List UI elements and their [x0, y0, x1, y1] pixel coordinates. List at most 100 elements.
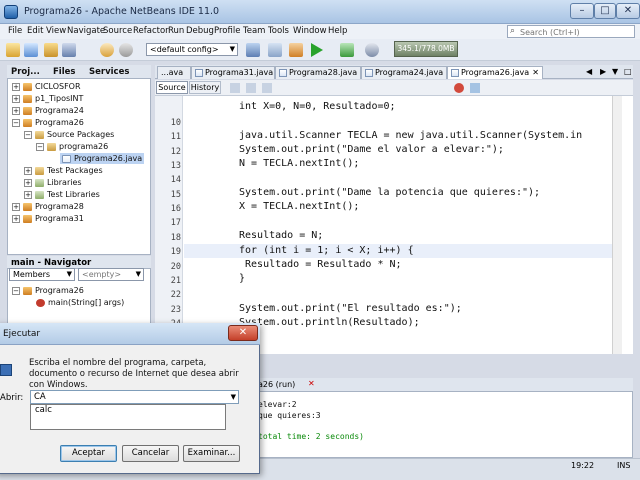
- run-dialog-close-button[interactable]: ✕: [228, 325, 258, 341]
- tree-test-packages[interactable]: + Test Packages: [24, 166, 103, 175]
- cancel-button[interactable]: Cancelar: [122, 445, 179, 462]
- menu-refactor[interactable]: Refactor: [133, 26, 169, 36]
- tree-package-programa26[interactable]: − programa26: [36, 142, 108, 151]
- open-folder-icon[interactable]: [44, 43, 58, 57]
- chevron-down-icon[interactable]: ▼: [231, 391, 236, 403]
- tree-project-programa28[interactable]: + Programa28: [12, 202, 84, 211]
- code-line: Resultado = N;: [239, 230, 324, 241]
- navigator-method[interactable]: main(String[] args): [36, 298, 124, 307]
- tab-projects[interactable]: Proj...: [11, 67, 40, 77]
- menu-source[interactable]: Source: [103, 26, 132, 36]
- run-icon[interactable]: [311, 43, 323, 57]
- code-line: System.out.print("Dame el valor a elevar…: [239, 144, 504, 155]
- expand-icon[interactable]: +: [12, 106, 20, 115]
- tab-list-icon[interactable]: ▼: [612, 67, 618, 76]
- new-project-icon[interactable]: [24, 43, 38, 57]
- menu-team[interactable]: Team: [243, 26, 265, 36]
- expand-icon[interactable]: +: [24, 178, 32, 187]
- memory-gauge[interactable]: 345.1/778.0MB: [394, 41, 458, 57]
- tab-programa26[interactable]: Programa26.java ✕: [447, 66, 543, 79]
- menu-tools[interactable]: Tools: [268, 26, 289, 36]
- line-number: 15: [170, 190, 181, 200]
- tab-programa28[interactable]: Programa28.java: [275, 66, 361, 79]
- expand-icon[interactable]: +: [12, 214, 20, 223]
- menu-view[interactable]: View: [46, 26, 66, 36]
- debug-icon[interactable]: [340, 43, 354, 57]
- editor-scrollbar[interactable]: [612, 96, 622, 354]
- maximize-button[interactable]: □: [594, 3, 616, 19]
- minimize-button[interactable]: –: [570, 3, 594, 19]
- tree-file-programa26-java[interactable]: Programa26.java: [60, 153, 145, 164]
- menu-window[interactable]: Window: [293, 26, 327, 36]
- undo-icon[interactable]: [100, 43, 114, 57]
- tree-project-p1-tiposint[interactable]: + p1_TiposINT: [12, 94, 83, 103]
- tree-project-programa31[interactable]: + Programa31: [12, 214, 84, 223]
- tree-project-programa26[interactable]: − Programa26: [12, 118, 84, 127]
- expand-icon[interactable]: +: [24, 190, 32, 199]
- hammer-icon[interactable]: [289, 43, 303, 57]
- clean-build-icon[interactable]: [268, 43, 282, 57]
- source-button[interactable]: Source: [156, 81, 188, 94]
- chevron-down-icon: ▼: [135, 270, 141, 278]
- forward-icon[interactable]: [262, 83, 272, 93]
- new-file-icon[interactable]: [6, 43, 20, 57]
- collapse-icon[interactable]: −: [12, 118, 20, 127]
- open-input[interactable]: CA ▼: [30, 390, 239, 404]
- menu-debug[interactable]: Debug: [186, 26, 214, 36]
- collapse-icon[interactable]: −: [12, 286, 20, 295]
- line-number: 22: [170, 290, 181, 300]
- history-button[interactable]: History: [189, 81, 221, 94]
- expand-icon[interactable]: +: [24, 166, 32, 175]
- build-icon[interactable]: [246, 43, 260, 57]
- close-button[interactable]: ✕: [616, 3, 640, 19]
- collapse-icon[interactable]: −: [24, 130, 32, 139]
- autocomplete-item[interactable]: calc: [35, 405, 52, 415]
- config-select[interactable]: <default config> ▼: [146, 43, 238, 56]
- library-icon: [35, 190, 44, 199]
- filter-select[interactable]: <empty> ▼: [78, 268, 144, 281]
- tree-project-ciclosfor[interactable]: + CICLOSFOR: [12, 82, 81, 91]
- expand-icon[interactable]: +: [12, 202, 20, 211]
- close-tab-icon[interactable]: ✕: [308, 379, 315, 388]
- menu-navigate[interactable]: Navigate: [67, 26, 105, 36]
- tab-programa31[interactable]: Programa31.java: [191, 66, 275, 79]
- stop-icon[interactable]: [454, 83, 464, 93]
- menu-edit[interactable]: Edit: [27, 26, 43, 36]
- members-select[interactable]: Members ▼: [9, 268, 75, 281]
- browse-button[interactable]: Examinar...: [183, 445, 240, 462]
- expand-icon[interactable]: +: [12, 82, 20, 91]
- expand-icon[interactable]: +: [12, 94, 20, 103]
- save-all-icon[interactable]: [62, 43, 76, 57]
- menu-file[interactable]: File: [8, 26, 22, 36]
- tab-programa24[interactable]: Programa24.java: [361, 66, 447, 79]
- accept-button[interactable]: Aceptar: [60, 445, 117, 462]
- java-file-icon: [451, 69, 459, 77]
- method-icon: [36, 298, 45, 307]
- config-value: <default config>: [150, 45, 219, 54]
- search-box[interactable]: ⌕: [507, 25, 635, 38]
- search-input[interactable]: [520, 27, 632, 37]
- tree-project-programa24[interactable]: + Programa24: [12, 106, 84, 115]
- profile-icon[interactable]: [365, 43, 379, 57]
- tab-scroll-right-icon[interactable]: ▶: [600, 67, 606, 76]
- tab-services[interactable]: Services: [89, 67, 129, 77]
- tree-test-libraries[interactable]: + Test Libraries: [24, 190, 100, 199]
- navigator-class[interactable]: − Programa26: [12, 286, 84, 295]
- menu-help[interactable]: Help: [328, 26, 347, 36]
- tab-scroll-left-icon[interactable]: ◀: [586, 67, 592, 76]
- redo-icon[interactable]: [119, 43, 133, 57]
- menu-profile[interactable]: Profile: [214, 26, 240, 36]
- last-edit-icon[interactable]: [230, 83, 240, 93]
- tab-output-run[interactable]: a26 (run): [258, 380, 295, 389]
- tree-source-packages[interactable]: − Source Packages: [24, 130, 114, 139]
- menu-run[interactable]: Run: [168, 26, 184, 36]
- collapse-icon[interactable]: −: [36, 142, 44, 151]
- restore-window-icon[interactable]: □: [624, 67, 632, 76]
- tab-editor-truncated[interactable]: ...ava: [157, 66, 191, 79]
- back-icon[interactable]: [246, 83, 256, 93]
- macro-icon[interactable]: [470, 83, 480, 93]
- tab-files[interactable]: Files: [53, 67, 75, 77]
- tree-libraries[interactable]: + Libraries: [24, 178, 82, 187]
- line-number: 14: [170, 175, 181, 185]
- close-tab-icon[interactable]: ✕: [532, 67, 539, 79]
